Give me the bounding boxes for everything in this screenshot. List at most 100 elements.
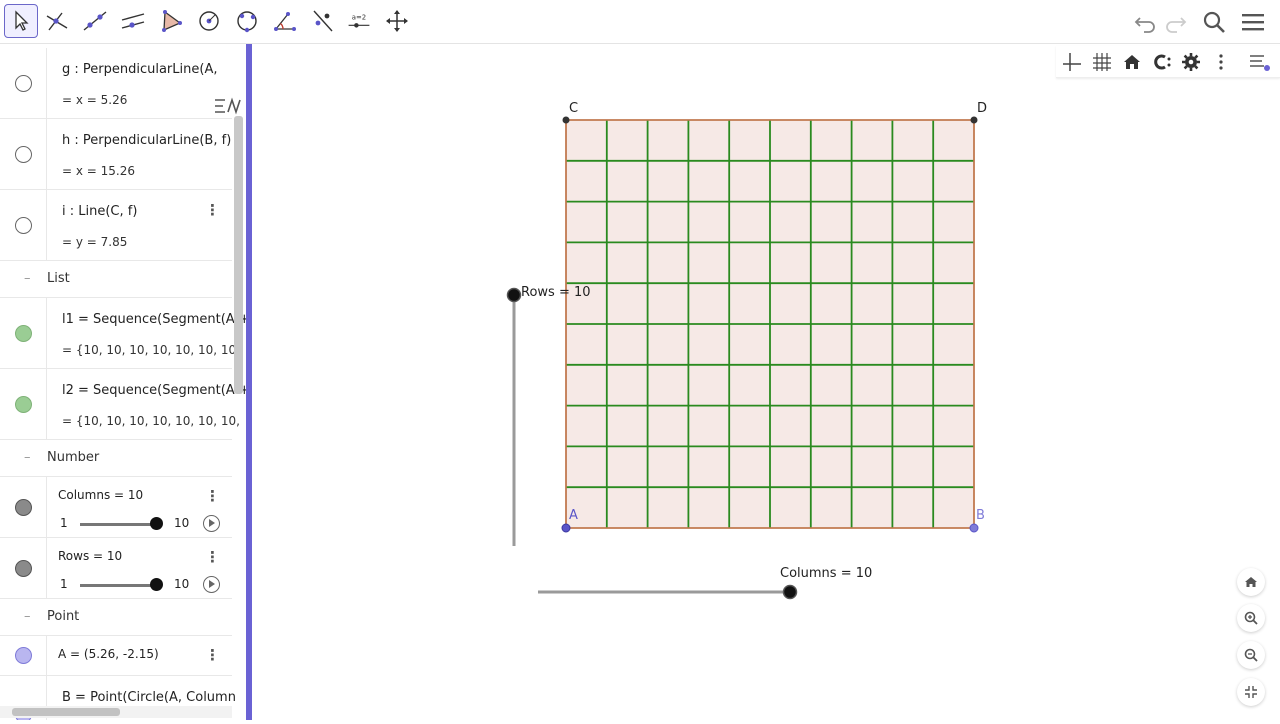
circle-three-points-tool-button[interactable] xyxy=(230,4,264,38)
zoom-in-button[interactable] xyxy=(1237,604,1265,632)
visibility-toggle[interactable] xyxy=(15,325,32,342)
grid-icon xyxy=(1093,53,1111,71)
undo-button[interactable] xyxy=(1130,8,1160,36)
algebra-row-a[interactable]: A = (5.26, -2.15) ⋮ xyxy=(0,636,232,676)
rows-slider-point[interactable] xyxy=(506,287,522,303)
object-value: = {10, 10, 10, 10, 10, 10, 10, xyxy=(62,414,240,428)
rows-slider-track[interactable] xyxy=(80,584,156,587)
hamburger-menu-icon xyxy=(1242,14,1264,31)
visibility-toggle[interactable] xyxy=(15,75,32,92)
point-a[interactable] xyxy=(561,523,571,533)
zoom-out-button[interactable] xyxy=(1237,641,1265,669)
object-definition: g : PerpendicularLine(A, xyxy=(62,62,218,77)
point-capturing-button[interactable] xyxy=(1148,49,1174,75)
group-name: List xyxy=(47,271,70,286)
line-tool-button[interactable] xyxy=(78,4,112,38)
search-button[interactable] xyxy=(1199,8,1229,36)
slider-min: 1 xyxy=(60,577,68,591)
move-tool-button[interactable] xyxy=(4,4,38,38)
point-b[interactable] xyxy=(969,523,979,533)
move-tool-icon xyxy=(15,10,29,31)
graphics-view[interactable]: C D A B Rows = 10 Columns = 10 xyxy=(252,44,1280,720)
search-icon xyxy=(1203,11,1225,33)
algebra-row-l2[interactable]: l2 = Sequence(Segment(A + = {10, 10, 10,… xyxy=(0,369,246,440)
fullscreen-button[interactable] xyxy=(1237,678,1265,706)
exit-fullscreen-icon xyxy=(1245,686,1257,698)
object-definition: l2 = Sequence(Segment(A + xyxy=(62,383,246,398)
redo-button[interactable] xyxy=(1161,8,1191,36)
line-through-point-tool-button[interactable] xyxy=(40,4,74,38)
columns-slider-track[interactable] xyxy=(80,523,156,526)
object-value: = x = 15.26 xyxy=(62,164,136,178)
polygon-tool-button[interactable] xyxy=(154,4,188,38)
algebra-row-l1[interactable]: l1 = Sequence(Segment(A + = {10, 10, 10,… xyxy=(0,298,246,369)
label-point-a: A xyxy=(569,508,578,523)
collapse-icon[interactable]: – xyxy=(24,450,31,465)
algebra-row-i[interactable]: i : Line(C, f) ⋮ = y = 7.85 xyxy=(0,190,232,261)
style-bar-toggle-button[interactable] xyxy=(1246,49,1272,75)
algebra-row-columns[interactable]: Columns = 10 ⋮ 1 10 xyxy=(0,477,232,538)
graphics-settings-button[interactable] xyxy=(1178,49,1204,75)
group-header-number[interactable]: – Number xyxy=(0,441,232,477)
algebra-row-g[interactable]: g : PerpendicularLine(A, = x = 5.26 xyxy=(0,48,232,119)
algebra-view: g : PerpendicularLine(A, = x = 5.26 h : … xyxy=(0,44,246,720)
point-capture-icon xyxy=(1154,54,1171,70)
reflect-tool-button[interactable] xyxy=(306,4,340,38)
group-name: Number xyxy=(47,450,100,465)
parallel-line-icon xyxy=(121,13,145,29)
parallel-line-tool-button[interactable] xyxy=(116,4,150,38)
algebra-horizontal-scrollbar[interactable] xyxy=(12,708,120,716)
group-header-point[interactable]: – Point xyxy=(0,600,232,636)
graphics-more-button[interactable] xyxy=(1208,49,1234,75)
algebra-row-rows[interactable]: Rows = 10 ⋮ 1 10 xyxy=(0,538,232,599)
main-menu-button[interactable] xyxy=(1238,8,1268,36)
algebra-row-h[interactable]: h : PerpendicularLine(B, f) = x = 15.26 xyxy=(0,119,232,190)
label-point-d: D xyxy=(977,101,988,116)
visibility-toggle[interactable] xyxy=(15,396,32,413)
home-icon xyxy=(1245,577,1257,587)
toggle-grid-button[interactable] xyxy=(1089,49,1115,75)
visibility-toggle[interactable] xyxy=(15,146,32,163)
object-definition: B = Point(Circle(A, Column xyxy=(62,690,236,705)
algebra-sort-button[interactable] xyxy=(213,94,243,118)
object-definition: l1 = Sequence(Segment(A + xyxy=(62,312,246,327)
group-name: Point xyxy=(47,609,80,624)
graphics-canvas[interactable] xyxy=(252,44,1280,720)
slider-icon: a=2 xyxy=(348,13,370,28)
collapse-icon[interactable]: – xyxy=(24,609,31,624)
play-animation-icon[interactable] xyxy=(203,576,220,593)
collapse-icon[interactable]: – xyxy=(24,271,31,286)
zoom-out-icon xyxy=(1244,648,1258,662)
more-options-icon[interactable]: ⋮ xyxy=(205,487,220,505)
move-graphics-tool-button[interactable] xyxy=(380,4,414,38)
visibility-toggle[interactable] xyxy=(15,499,32,516)
toggle-axes-button[interactable] xyxy=(1059,49,1085,75)
play-animation-icon[interactable] xyxy=(203,515,220,532)
more-options-icon[interactable]: ⋮ xyxy=(205,548,220,566)
circle-three-points-icon xyxy=(237,11,257,33)
standard-view-button[interactable] xyxy=(1119,49,1145,75)
more-options-icon[interactable]: ⋮ xyxy=(205,201,220,219)
circle-tool-button[interactable] xyxy=(192,4,226,38)
rows-slider-knob[interactable] xyxy=(149,578,163,591)
visibility-toggle[interactable] xyxy=(15,647,32,664)
home-view-button[interactable] xyxy=(1237,568,1265,596)
point-d[interactable] xyxy=(970,116,978,124)
slider-max: 10 xyxy=(174,577,190,591)
object-definition: i : Line(C, f) xyxy=(62,204,138,219)
columns-slider-point[interactable] xyxy=(782,584,798,600)
angle-tool-button[interactable] xyxy=(268,4,302,38)
object-value: = x = 5.26 xyxy=(62,93,128,107)
angle-icon xyxy=(274,12,296,31)
columns-slider-knob[interactable] xyxy=(149,517,163,530)
visibility-toggle[interactable] xyxy=(15,560,32,577)
point-c[interactable] xyxy=(562,116,570,124)
label-point-b: B xyxy=(976,508,985,523)
style-bar-icon xyxy=(1250,55,1270,71)
algebra-vertical-scrollbar[interactable] xyxy=(234,116,243,394)
visibility-toggle[interactable] xyxy=(15,217,32,234)
slider-tool-button[interactable]: a=2 xyxy=(342,4,376,38)
more-options-icon[interactable]: ⋮ xyxy=(205,646,220,664)
circle-icon xyxy=(199,11,219,31)
group-header-list[interactable]: – List xyxy=(0,262,232,298)
